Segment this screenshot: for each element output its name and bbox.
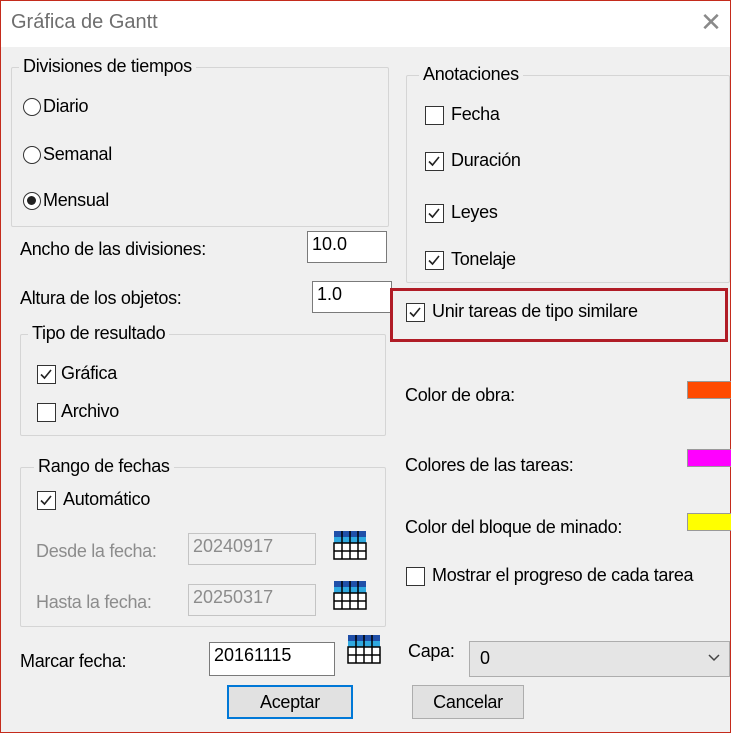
calendar-icon [333,581,367,610]
tonnage-label[interactable]: Tonelaje [451,249,516,270]
mining-block-color-label: Color del bloque de minado: [405,517,623,537]
date-annotation-label[interactable]: Fecha [451,104,500,125]
close-icon[interactable]: ✕ [696,7,726,37]
radio-weekly-label[interactable]: Semanal [43,144,112,165]
time-divisions-legend: Divisiones de tiempos [19,56,196,77]
radio-monthly[interactable] [23,192,41,210]
checkmark-icon [40,369,52,380]
gantt-dialog: Gráfica de Gantt ✕ Divisiones de tiempos… [0,0,731,733]
result-type-legend: Tipo de resultado [28,323,170,344]
checkmark-icon [40,495,52,506]
division-width-input[interactable]: 10.0 [307,231,387,263]
automatic-label[interactable]: Automático [63,489,150,510]
object-height-input[interactable]: 1.0 [312,281,392,313]
layer-label: Capa: [408,641,455,661]
show-progress-checkbox[interactable] [406,567,425,586]
window-title: Gráfica de Gantt [11,11,158,33]
object-height-label: Altura de los objetos: [20,288,182,308]
division-width-label: Ancho de las divisiones: [20,239,206,259]
laws-checkbox[interactable] [425,204,444,223]
radio-daily-label[interactable]: Diario [43,96,89,117]
from-date-calendar-button[interactable] [331,527,369,563]
duration-checkbox[interactable] [425,152,444,171]
radio-monthly-label[interactable]: Mensual [43,190,109,211]
automatic-checkbox[interactable] [37,491,56,510]
mark-date-calendar-button[interactable] [345,631,383,667]
duration-label[interactable]: Duración [451,150,521,171]
file-label[interactable]: Archivo [61,401,119,422]
layer-select[interactable]: 0 [469,641,730,677]
checkmark-icon [409,307,421,318]
to-date-label: Hasta la fecha: [36,592,152,612]
join-tasks-label[interactable]: Unir tareas de tipo similare [432,301,638,322]
mark-date-input[interactable]: 20161115 [209,642,335,676]
work-color-label: Color de obra: [405,385,515,405]
cancel-button[interactable]: Cancelar [412,685,524,719]
from-date-label: Desde la fecha: [36,541,157,561]
file-checkbox[interactable] [37,403,56,422]
tasks-color-label: Colores de las tareas: [405,455,574,475]
to-date-input[interactable]: 20250317 [188,584,316,616]
graph-checkbox[interactable] [37,365,56,384]
calendar-icon [347,635,381,664]
radio-weekly[interactable] [23,146,41,164]
to-date-calendar-button[interactable] [331,577,369,613]
chevron-down-icon [708,654,720,662]
radio-daily[interactable] [23,98,41,116]
tonnage-checkbox[interactable] [425,251,444,270]
date-range-legend: Rango de fechas [34,456,174,477]
laws-label[interactable]: Leyes [451,202,498,223]
show-progress-label[interactable]: Mostrar el progreso de cada tarea [432,565,694,586]
from-date-input[interactable]: 20240917 [188,533,316,565]
checkmark-icon [428,208,440,219]
date-annotation-checkbox[interactable] [425,106,444,125]
mining-block-color-swatch[interactable] [687,513,731,531]
layer-select-value: 0 [480,648,491,668]
title-bar: Gráfica de Gantt ✕ [1,1,730,47]
calendar-icon [333,531,367,560]
checkmark-icon [428,255,440,266]
graph-label[interactable]: Gráfica [61,363,117,384]
annotations-legend: Anotaciones [419,64,523,85]
checkmark-icon [428,156,440,167]
accept-button[interactable]: Aceptar [227,685,353,719]
tasks-color-swatch[interactable] [687,449,731,467]
join-tasks-checkbox[interactable] [406,303,425,322]
mark-date-label: Marcar fecha: [20,651,127,671]
work-color-swatch[interactable] [687,381,731,399]
